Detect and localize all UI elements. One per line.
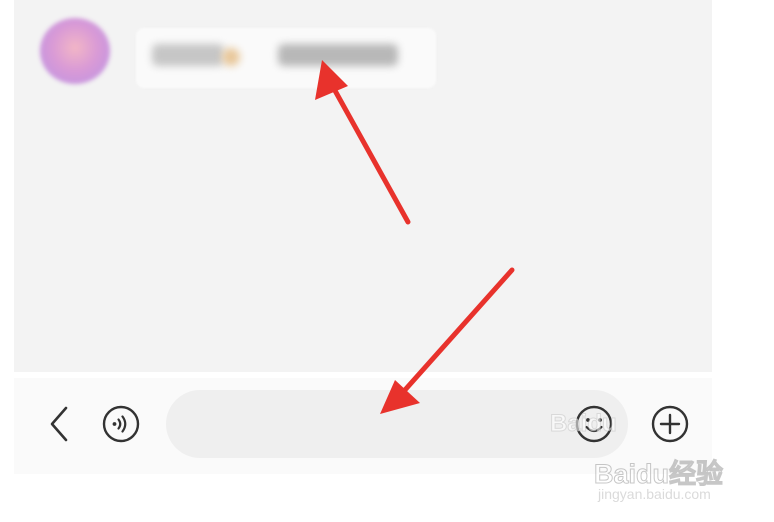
contact-avatar[interactable] [40,18,110,84]
message-input[interactable] [166,390,628,458]
blurred-sender-name [152,44,224,66]
chat-screen: Baidu Baidu经验 jingyan.baidu.com [0,0,774,522]
blurred-emoji-icon [222,48,240,66]
voice-input-button[interactable] [101,404,141,444]
watermark-url: jingyan.baidu.com [598,486,711,502]
blurred-message-text [278,44,398,66]
emoji-icon [575,405,613,443]
emoji-button[interactable] [574,404,614,444]
plus-circle-icon [651,405,689,443]
chevron-left-icon [50,406,68,442]
voice-icon [102,405,140,443]
more-options-button[interactable] [650,404,690,444]
back-button[interactable] [42,404,78,444]
